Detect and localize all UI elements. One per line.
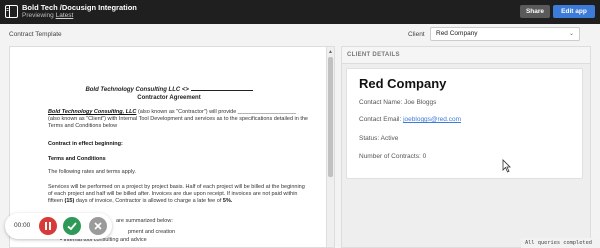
sidebar-toggle-icon[interactable] [5, 5, 18, 18]
finish-recording-button[interactable] [63, 217, 81, 235]
services-fifteen: (15) [64, 198, 75, 204]
services-paragraph: Services will be performed on a project … [48, 184, 308, 205]
client-name: Red Company [359, 76, 447, 91]
client-name-blank [190, 86, 253, 91]
mouse-cursor-icon [502, 159, 511, 173]
cancel-recording-button[interactable] [89, 217, 107, 235]
document-scrollbar[interactable]: ▲ [326, 47, 334, 247]
check-icon [67, 222, 77, 231]
app-title: Bold Tech /Docusign Integration [22, 3, 137, 12]
intro-paragraph: Bold Technology Consulting, LLC (also kn… [48, 109, 308, 130]
edit-app-button[interactable]: Edit app [553, 5, 595, 18]
client-select-value: Red Company [436, 30, 478, 37]
scrollbar-thumb[interactable] [328, 57, 333, 177]
client-select[interactable]: Red Company ⌄ [430, 27, 580, 41]
client-card: Red Company Contact Name: Joe Bloggs Con… [346, 68, 583, 179]
summary-line: are summarized below: [116, 218, 173, 224]
contract-effect-heading: Contract in effect beginning: [48, 141, 123, 147]
services-text-b: days of invoice, Contractor is allowed t… [75, 198, 222, 204]
preview-text: Previewing [22, 12, 54, 19]
contact-email-link[interactable]: joebloggs@red.com [403, 116, 461, 123]
recording-timer: 00:00 [14, 222, 31, 229]
share-button[interactable]: Share [520, 5, 550, 18]
contract-template-label: Contract Template [9, 31, 62, 38]
late-fee: 5%. [222, 198, 233, 204]
client-details-heading: CLIENT DETAILS [342, 47, 590, 64]
preview-info: Previewing Latest [22, 12, 73, 19]
scroll-up-arrow-icon[interactable]: ▲ [328, 49, 333, 55]
contracts-count: Number of Contracts: 0 [359, 153, 427, 160]
contact-email-label: Contact Email: [359, 116, 402, 123]
pause-icon [45, 222, 51, 230]
chevron-down-icon: ⌄ [568, 31, 574, 37]
bullet-item: pment and creation [128, 229, 176, 235]
intro-company: Bold Technology Consulting, LLC [48, 109, 137, 115]
app-header: Bold Tech /Docusign Integration Previewi… [0, 0, 600, 24]
preview-version-link[interactable]: Latest [56, 12, 74, 19]
recording-controls: 00:00 [5, 213, 112, 239]
terms-line: The following rates and terms apply. [48, 169, 136, 175]
close-icon [94, 222, 102, 230]
client-status: Status: Active [359, 135, 399, 142]
client-select-label: Client [408, 31, 425, 38]
document-subtitle: Contractor Agreement [137, 95, 201, 101]
contact-name: Contact Name: Joe Bloggs [359, 99, 437, 106]
contact-email-row: Contact Email: joebloggs@red.com [359, 116, 461, 123]
query-status: All queries completed [521, 238, 600, 248]
document-title: Bold Technology Consulting LLC <> [10, 86, 328, 93]
document-title-text: Bold Technology Consulting LLC <> [85, 87, 189, 93]
client-details-panel: CLIENT DETAILS Red Company Contact Name:… [341, 46, 591, 248]
pause-button[interactable] [39, 217, 57, 235]
terms-heading: Terms and Conditions [48, 156, 106, 162]
